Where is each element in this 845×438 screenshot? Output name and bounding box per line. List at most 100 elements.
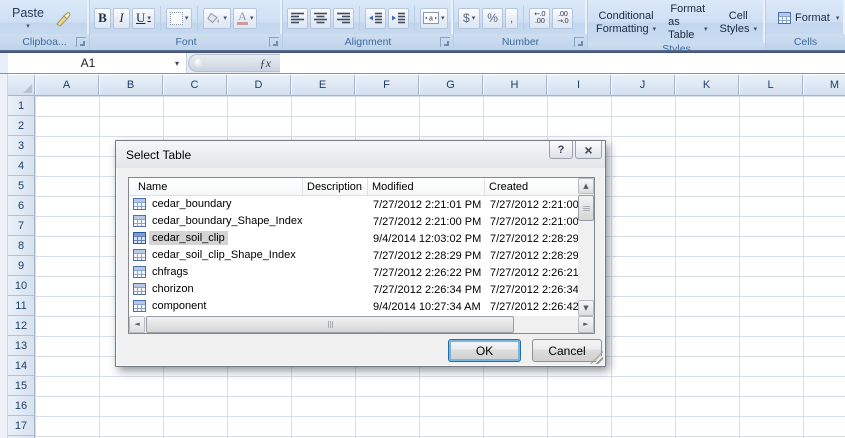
row-header-4[interactable]: 4 <box>8 156 34 176</box>
table-row-cedar_boundary[interactable]: cedar_boundary7/27/2012 2:21:01 PM7/27/2… <box>129 196 578 213</box>
help-button[interactable]: ? <box>549 141 573 159</box>
column-header-K[interactable]: K <box>675 75 739 95</box>
column-header-B[interactable]: B <box>99 75 163 95</box>
window-frame-strip <box>0 74 8 438</box>
merge-center-button[interactable]: a ▾ <box>420 8 448 29</box>
scroll-up-button[interactable]: ▲ <box>578 178 594 194</box>
font-color-button[interactable]: A ▾ <box>233 8 258 29</box>
format-painter-icon[interactable] <box>54 11 72 34</box>
dialog-launcher-icon[interactable] <box>440 37 450 47</box>
insert-function-button[interactable]: ƒx <box>188 54 280 72</box>
column-header-description[interactable]: Description <box>303 178 368 195</box>
increase-decimal-button[interactable]: ←.0.00 <box>529 8 550 29</box>
column-header-F[interactable]: F <box>355 75 419 95</box>
format-button[interactable]: Format ▾ <box>778 12 839 24</box>
row-header-12[interactable]: 12 <box>8 316 34 336</box>
table-row-chfrags[interactable]: chfrags7/27/2012 2:26:22 PM7/27/2012 2:2… <box>129 264 578 281</box>
row-header-5[interactable]: 5 <box>8 176 34 196</box>
vertical-scrollbar-thumb[interactable] <box>578 195 594 221</box>
row-header-10[interactable]: 10 <box>8 276 34 296</box>
row-header-8[interactable]: 8 <box>8 236 34 256</box>
table-row-cedar_soil_clip[interactable]: cedar_soil_clip9/4/2014 12:03:02 PM7/27/… <box>129 230 578 247</box>
column-header-I[interactable]: I <box>547 75 611 95</box>
table-row-chorizon[interactable]: chorizon7/27/2012 2:26:34 PM7/27/2012 2:… <box>129 281 578 298</box>
dialog-title-bar[interactable]: Select Table <box>116 141 605 168</box>
formula-input[interactable] <box>280 53 845 73</box>
table-row-component[interactable]: component9/4/2014 10:27:34 AM7/27/2012 2… <box>129 298 578 315</box>
column-header-modified[interactable]: Modified <box>368 178 485 195</box>
excel-window: Paste ▾ Clipboa... B I U▾ <box>0 0 845 438</box>
row-header-6[interactable]: 6 <box>8 196 34 216</box>
row-header-7[interactable]: 7 <box>8 216 34 236</box>
created-value: 7/27/2012 2:26:42 <box>490 301 578 313</box>
column-header-A[interactable]: A <box>35 75 99 95</box>
created-value: 7/27/2012 2:26:21 <box>490 267 578 279</box>
column-header-created[interactable]: Created <box>485 178 580 195</box>
borders-button[interactable]: ▾ <box>166 8 193 29</box>
comma-style-button[interactable]: , <box>505 8 518 29</box>
increase-indent-button[interactable] <box>388 8 409 29</box>
align-left-button[interactable] <box>287 8 308 29</box>
decrease-decimal-button[interactable]: .00→.0 <box>552 8 573 29</box>
bold-button[interactable]: B <box>94 8 111 29</box>
align-center-button[interactable] <box>310 8 331 29</box>
align-right-button[interactable] <box>333 8 354 29</box>
column-header-G[interactable]: G <box>419 75 483 95</box>
dialog-launcher-icon[interactable] <box>574 37 584 47</box>
row-header-2[interactable]: 2 <box>8 116 34 136</box>
percent-style-button[interactable]: % <box>482 8 503 29</box>
row-header-14[interactable]: 14 <box>8 356 34 376</box>
row-header-11[interactable]: 11 <box>8 296 34 316</box>
dialog-launcher-icon[interactable] <box>76 37 86 47</box>
column-header-C[interactable]: C <box>163 75 227 95</box>
column-header-H[interactable]: H <box>483 75 547 95</box>
underline-button[interactable]: U▾ <box>132 8 155 29</box>
horizontal-scrollbar[interactable]: ◄ ► <box>129 316 594 333</box>
vertical-scrollbar[interactable]: ▲ ▼ <box>578 178 594 316</box>
table-row-cedar_soil_clip_Shape_Index[interactable]: cedar_soil_clip_Shape_Index7/27/2012 2:2… <box>129 247 578 264</box>
row-header-3[interactable]: 3 <box>8 136 34 156</box>
select-all-corner[interactable] <box>8 75 35 96</box>
column-header-name[interactable]: Name <box>129 178 303 195</box>
ok-button[interactable]: OK <box>448 339 521 362</box>
name-box[interactable]: A1 <box>8 53 168 73</box>
column-header-M[interactable]: M <box>803 75 845 95</box>
row-header-13[interactable]: 13 <box>8 336 34 356</box>
font-color-icon: A <box>237 11 248 25</box>
scroll-right-button[interactable]: ► <box>578 316 594 333</box>
column-header-L[interactable]: L <box>739 75 803 95</box>
column-header-E[interactable]: E <box>291 75 355 95</box>
cancel-button[interactable]: Cancel <box>532 339 602 362</box>
row-header-16[interactable]: 16 <box>8 396 34 416</box>
table-name: cedar_soil_clip <box>149 231 228 245</box>
chevron-down-icon: ▾ <box>223 14 227 22</box>
dialog-launcher-icon[interactable] <box>269 37 279 47</box>
paste-button[interactable]: Paste ▾ <box>12 6 44 30</box>
name-box-dropdown[interactable]: ▾ <box>168 53 187 73</box>
scroll-left-button[interactable]: ◄ <box>129 316 145 333</box>
paste-label: Paste <box>12 6 44 20</box>
column-header-D[interactable]: D <box>227 75 291 95</box>
scroll-down-button[interactable]: ▼ <box>578 300 594 316</box>
divider <box>414 6 415 30</box>
accounting-format-button[interactable]: $▾ <box>458 8 480 29</box>
italic-button[interactable]: I <box>113 8 130 29</box>
conditional-formatting-button[interactable]: Conditional Formatting▾ <box>592 9 660 37</box>
row-header-15[interactable]: 15 <box>8 376 34 396</box>
format-as-table-button[interactable]: Format as Table▾ <box>664 2 711 43</box>
fill-color-button[interactable]: ▾ <box>203 8 231 29</box>
align-left-icon <box>290 12 305 24</box>
svg-text:a: a <box>429 16 433 23</box>
table-row-cedar_boundary_Shape_Index[interactable]: cedar_boundary_Shape_Index7/27/2012 2:21… <box>129 213 578 230</box>
row-header-9[interactable]: 9 <box>8 256 34 276</box>
row-header-1[interactable]: 1 <box>8 96 34 116</box>
row-headers: 1234567891011121314151617 <box>8 96 35 438</box>
close-button[interactable]: × <box>575 141 602 159</box>
table-icon <box>133 232 146 244</box>
row-header-17[interactable]: 17 <box>8 416 34 436</box>
column-header-J[interactable]: J <box>611 75 675 95</box>
horizontal-scrollbar-thumb[interactable] <box>146 316 514 333</box>
divider <box>197 6 198 30</box>
cell-styles-button[interactable]: Cell Styles▾ <box>716 9 761 37</box>
decrease-indent-button[interactable] <box>365 8 386 29</box>
